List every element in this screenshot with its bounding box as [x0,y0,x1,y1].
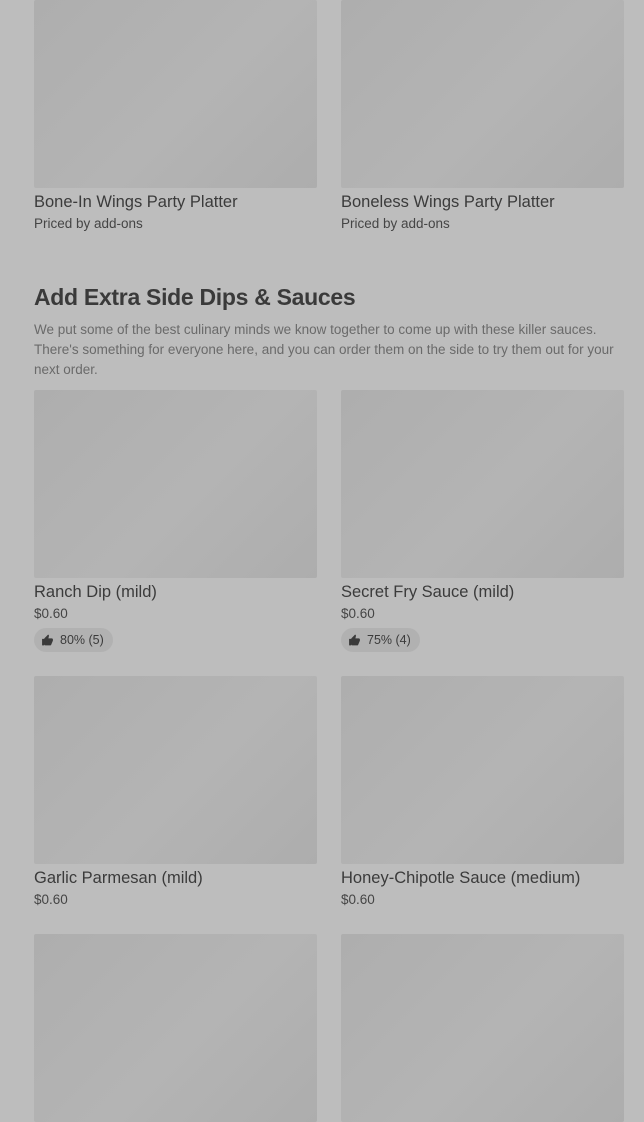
item-name: Ranch Dip (mild) [34,583,157,601]
item-image[interactable] [341,676,624,864]
rating-value: 80% (5) [60,633,104,647]
menu-item-card[interactable] [341,934,624,1122]
menu-item-card[interactable] [34,934,317,1122]
menu-item-card[interactable]: Honey-Chipotle Sauce (medium) $0.60 [341,676,624,911]
item-price: $0.60 [34,606,68,621]
sauce-grid-row-1: Ranch Dip (mild) $0.60 80% (5) Secret Fr… [34,390,624,652]
menu-item-card[interactable]: Ranch Dip (mild) $0.60 80% (5) [34,390,317,652]
menu-item-card[interactable]: Garlic Parmesan (mild) $0.60 [34,676,317,911]
menu-item-card[interactable]: Boneless Wings Party Platter Priced by a… [341,0,624,235]
thumbs-up-icon [41,634,54,647]
item-name: Secret Fry Sauce (mild) [341,583,515,601]
sauce-grid-row-3 [34,934,624,1122]
item-name: Garlic Parmesan (mild) [34,869,203,887]
item-image[interactable] [34,676,317,864]
item-price: Priced by add-ons [341,216,450,231]
section-header: Add Extra Side Dips & Sauces We put some… [34,282,624,380]
rating-badge: 80% (5) [34,628,113,652]
rating-value: 75% (4) [367,633,411,647]
item-image[interactable] [34,390,317,578]
menu-item-card[interactable]: Secret Fry Sauce (mild) $0.60 75% (4) [341,390,624,652]
item-image[interactable] [341,934,624,1122]
item-image[interactable] [34,0,317,188]
thumbs-up-icon [348,634,361,647]
item-image[interactable] [341,390,624,578]
item-name: Boneless Wings Party Platter [341,193,555,211]
item-name: Honey-Chipotle Sauce (medium) [341,869,581,887]
section-description: We put some of the best culinary minds w… [34,322,614,377]
item-name: Bone-In Wings Party Platter [34,193,238,211]
item-image[interactable] [34,934,317,1122]
item-price: $0.60 [341,606,375,621]
item-price: $0.60 [341,892,375,907]
section-title: Add Extra Side Dips & Sauces [34,284,356,310]
platter-grid: Bone-In Wings Party Platter Priced by ad… [34,0,624,235]
menu-item-card[interactable]: Bone-In Wings Party Platter Priced by ad… [34,0,317,235]
item-price: Priced by add-ons [34,216,143,231]
rating-badge: 75% (4) [341,628,420,652]
sauce-grid-row-2: Garlic Parmesan (mild) $0.60 Honey-Chipo… [34,676,624,911]
item-image[interactable] [341,0,624,188]
item-price: $0.60 [34,892,68,907]
